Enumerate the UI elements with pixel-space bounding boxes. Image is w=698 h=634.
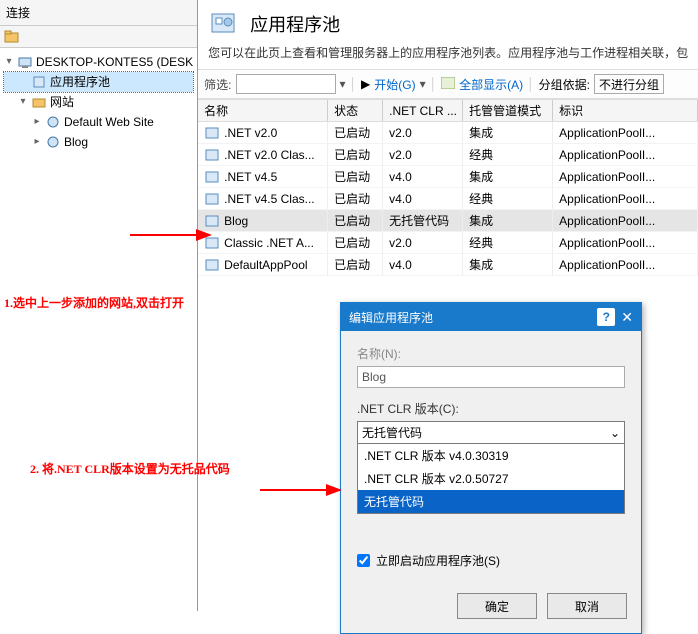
showall-icon — [441, 77, 455, 92]
col-identity[interactable]: 标识 — [553, 100, 698, 121]
pool-icon — [204, 169, 220, 185]
tree-site-blog[interactable]: ▸ Blog — [4, 132, 193, 152]
start-immediately-label: 立即启动应用程序池(S) — [376, 552, 500, 569]
go-button[interactable]: 开始(G) — [374, 76, 415, 93]
filter-label: 筛选: — [204, 76, 231, 93]
filter-input[interactable] — [236, 74, 336, 94]
name-label: 名称(N): — [357, 345, 625, 362]
dialog-title: 编辑应用程序池 — [349, 309, 433, 326]
tree-sites[interactable]: ▾ 网站 — [4, 92, 193, 112]
clr-option-selected[interactable]: 无托管代码 — [358, 490, 624, 513]
pool-icon — [204, 191, 220, 207]
chevron-right-icon: ▸ — [32, 112, 42, 132]
table-row[interactable]: .NET v2.0 Clas...已启动v2.0经典ApplicationPoo… — [198, 144, 698, 166]
annotation-2: 2. 将.NET CLR版本设置为无托品代码 — [30, 460, 230, 477]
clr-options-list: .NET CLR 版本 v4.0.30319 .NET CLR 版本 v2.0.… — [358, 444, 624, 513]
clr-option[interactable]: .NET CLR 版本 v4.0.30319 — [358, 444, 624, 467]
table-row[interactable]: Classic .NET A...已启动v2.0经典ApplicationPoo… — [198, 232, 698, 254]
chevron-right-icon: ▸ — [32, 132, 42, 152]
refresh-icon[interactable] — [24, 29, 40, 45]
filter-dropdown-icon[interactable]: ▾ — [340, 77, 346, 91]
clr-select[interactable]: 无托管代码 ⌄ .NET CLR 版本 v4.0.30319 .NET CLR … — [357, 421, 625, 514]
tree-app-pools[interactable]: 应用程序池 — [4, 72, 193, 92]
table-row[interactable]: .NET v4.5 Clas...已启动v4.0经典ApplicationPoo… — [198, 188, 698, 210]
connections-title: 连接 — [0, 0, 197, 26]
chevron-down-icon: ▾ — [18, 92, 28, 112]
folder-icon[interactable] — [4, 29, 20, 45]
table-row[interactable]: Blog已启动无托管代码集成ApplicationPoolI... — [198, 210, 698, 232]
start-immediately-checkbox[interactable] — [357, 554, 370, 567]
table-row[interactable]: DefaultAppPool已启动v4.0集成ApplicationPoolI.… — [198, 254, 698, 276]
connections-toolbar — [0, 26, 197, 48]
pool-icon — [204, 147, 220, 163]
pool-icon — [204, 235, 220, 251]
server-tree: ▾ DESKTOP-KONTES5 (DESK 应用程序池 ▾ 网站 ▸ Def… — [0, 48, 197, 156]
tree-site-default[interactable]: ▸ Default Web Site — [4, 112, 193, 132]
ok-button[interactable]: 确定 — [457, 593, 537, 619]
clr-label: .NET CLR 版本(C): — [357, 400, 625, 417]
col-clr[interactable]: .NET CLR ... — [383, 100, 463, 121]
tree-server-node[interactable]: ▾ DESKTOP-KONTES5 (DESK — [4, 52, 193, 72]
pool-icon — [204, 125, 220, 141]
table-row[interactable]: .NET v2.0已启动v2.0集成ApplicationPoolI... — [198, 122, 698, 144]
app-pool-grid: 名称 状态 .NET CLR ... 托管管道模式 标识 .NET v2.0已启… — [198, 99, 698, 276]
help-icon[interactable]: ? — [597, 308, 615, 326]
annotation-1: 1.选中上一步添加的网站,双击打开 — [4, 294, 184, 311]
page-title: 应用程序池 — [250, 11, 340, 37]
clr-option[interactable]: .NET CLR 版本 v2.0.50727 — [358, 467, 624, 490]
name-field[interactable] — [357, 366, 625, 388]
pool-icon — [204, 257, 220, 273]
filter-toolbar: 筛选: ▾ │ ▶ 开始(G) ▾ │ 全部显示(A) │ 分组依据: 不进行分… — [198, 69, 698, 99]
groupby-label: 分组依据: — [539, 76, 590, 93]
col-mode[interactable]: 托管管道模式 — [463, 100, 553, 121]
cancel-button[interactable]: 取消 — [547, 593, 627, 619]
chevron-down-icon: ⌄ — [610, 426, 620, 440]
show-all-button[interactable]: 全部显示(A) — [459, 76, 523, 93]
dialog-titlebar: 编辑应用程序池 ? ✕ — [341, 303, 641, 331]
close-icon[interactable]: ✕ — [621, 309, 633, 326]
app-pool-icon — [208, 8, 240, 40]
chevron-down-icon: ▾ — [4, 52, 14, 72]
col-name[interactable]: 名称 — [198, 100, 328, 121]
table-row[interactable]: .NET v4.5已启动v4.0集成ApplicationPoolI... — [198, 166, 698, 188]
col-status[interactable]: 状态 — [328, 100, 383, 121]
go-icon: ▶ — [361, 77, 370, 91]
edit-app-pool-dialog: 编辑应用程序池 ? ✕ 名称(N): .NET CLR 版本(C): 无托管代码… — [340, 302, 642, 634]
groupby-select[interactable]: 不进行分组 — [594, 74, 664, 94]
page-description: 您可以在此页上查看和管理服务器上的应用程序池列表。应用程序池与工作进程相关联，包 — [198, 44, 698, 69]
pool-icon — [204, 213, 220, 229]
grid-header: 名称 状态 .NET CLR ... 托管管道模式 标识 — [198, 100, 698, 122]
